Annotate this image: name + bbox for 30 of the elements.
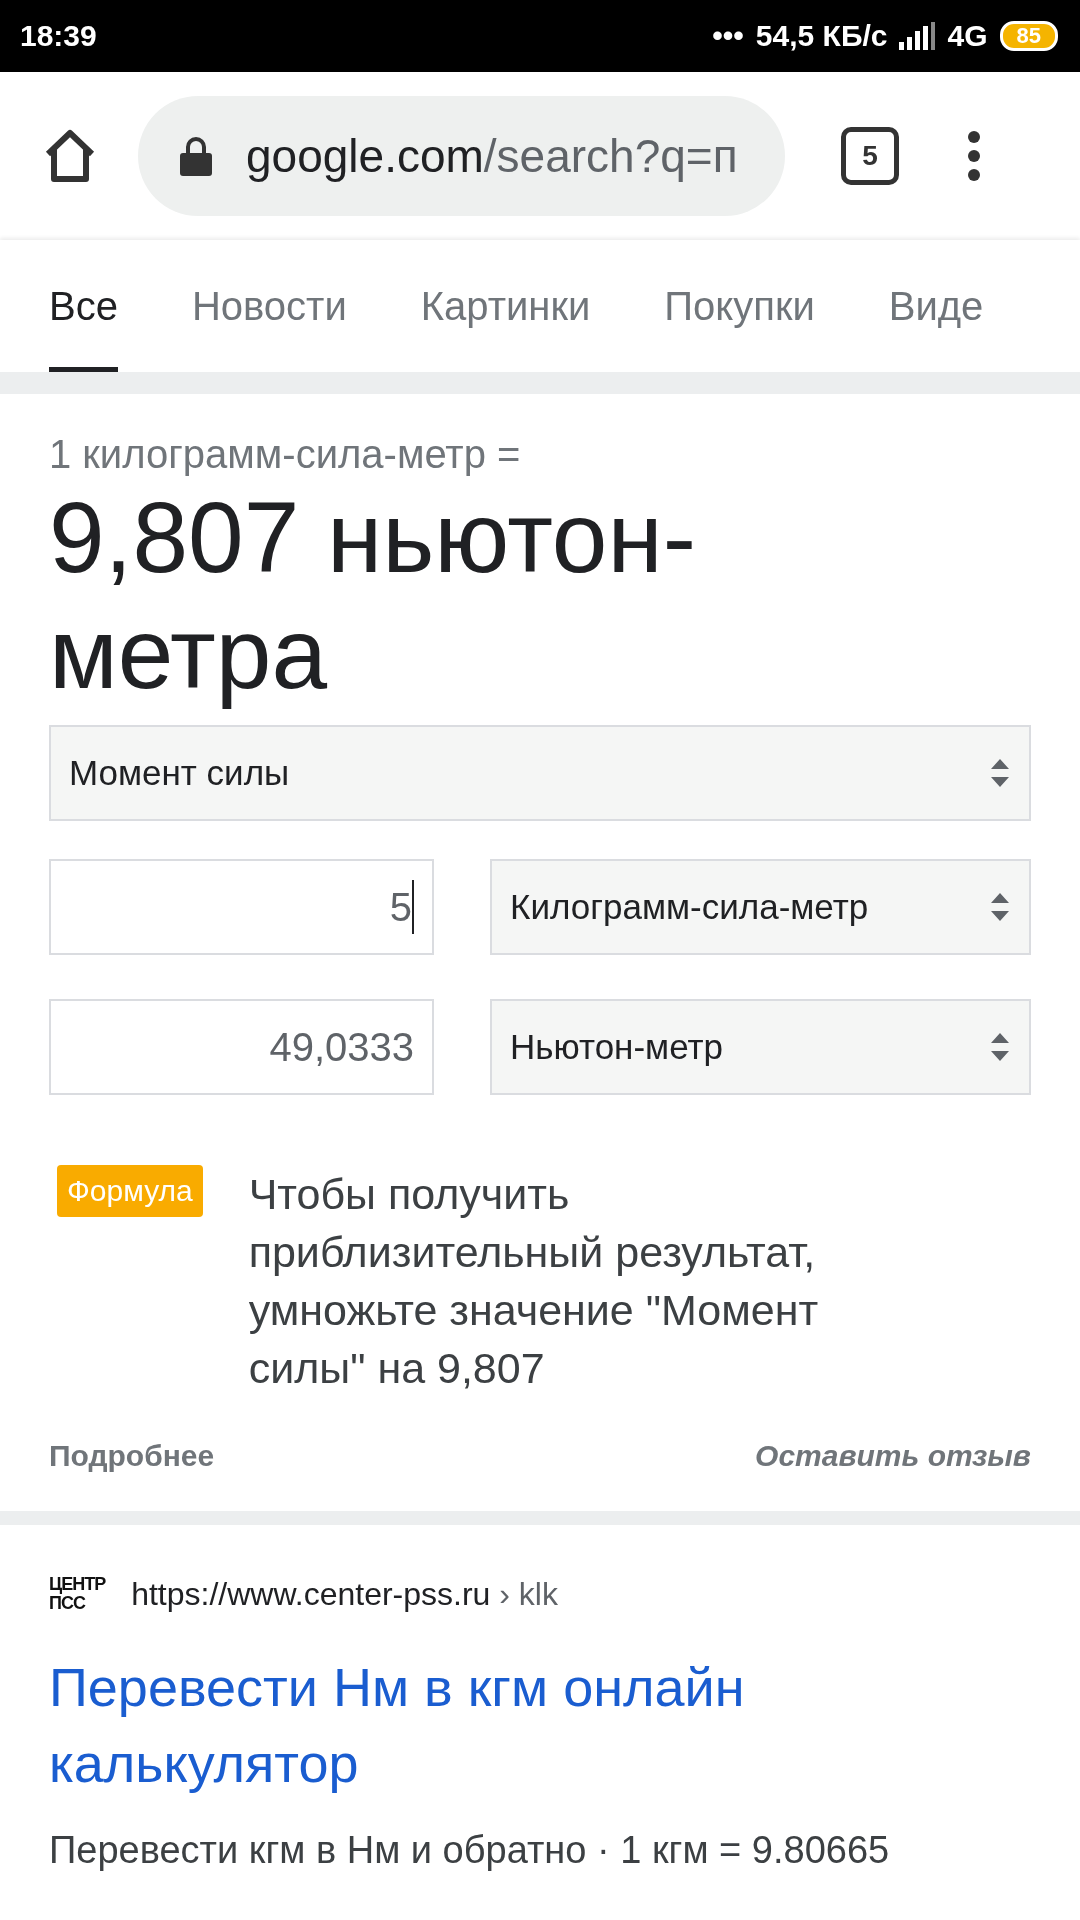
network-type: 4G [947, 19, 988, 53]
clock: 18:39 [20, 19, 97, 53]
tab-switcher[interactable]: 5 [841, 127, 899, 185]
value-field[interactable]: 49,0333 [49, 999, 434, 1095]
quantity-select[interactable]: Момент силы [49, 725, 1031, 821]
battery-level: 85 [999, 21, 1058, 51]
unit-select[interactable]: Ньютон-метр [490, 999, 1031, 1095]
result-title-link[interactable]: Перевести Нм в кгм онлайн калькулятор [49, 1649, 949, 1801]
formula-badge: Формула [57, 1165, 203, 1217]
search-tab[interactable]: Виде [888, 240, 984, 372]
value-field[interactable]: 5 [49, 859, 434, 955]
result-snippet: Перевести кгм в Нм и обратно · 1 кгм = 9.80665 [49, 1829, 891, 1872]
feedback-link[interactable]: Оставить отзыв [755, 1439, 1031, 1473]
site-logo: ЦЕНТР ПСС [49, 1575, 106, 1613]
search-tab[interactable]: Картинки [420, 240, 591, 372]
network-speed: 54,5 КБ/с [755, 19, 888, 53]
result-url: https://www.center-pss.ru › klk [131, 1575, 558, 1613]
lock-icon [180, 136, 212, 176]
formula-text: Чтобы получить приблизительный результат, умножьте значение "Момент силы" на 9,807 [248, 1169, 820, 1394]
conversion-result: 9,807 ньютон-метра [49, 480, 697, 711]
conversion-equation: 1 килограмм-сила-метр = [49, 432, 522, 477]
unit-select[interactable]: Килограмм-сила-метр [490, 859, 1031, 955]
address-bar[interactable]: google.com/search?q=п [138, 96, 785, 216]
url-text: google.com/search?q=п [246, 129, 738, 183]
more-link[interactable]: Подробнее [49, 1439, 215, 1473]
search-tab[interactable]: Новости [191, 240, 347, 372]
notification-dots: ••• [712, 19, 744, 53]
search-tab[interactable]: Покупки [664, 240, 815, 372]
signal-icon [899, 22, 936, 50]
menu-icon[interactable] [967, 130, 981, 182]
